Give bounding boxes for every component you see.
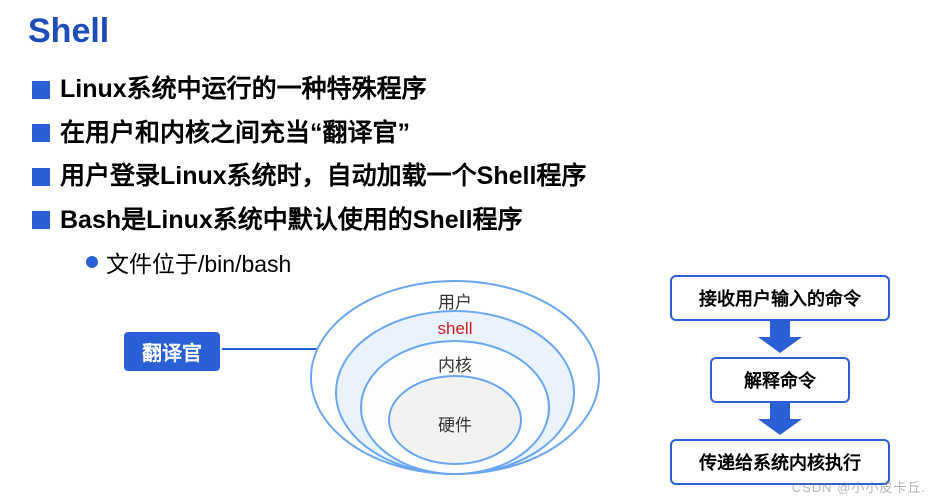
sub-bullet-text: 文件位于/bin/bash bbox=[106, 245, 291, 279]
flow-chart: 接收用户输入的命令 解释命令 传递给系统内核执行 bbox=[650, 275, 910, 485]
bullet-item: Bash是Linux系统中默认使用的Shell程序 bbox=[32, 202, 934, 240]
ring-label-hardware: 硬件 bbox=[390, 411, 520, 436]
bullet-text: 在用户和内核之间充当“翻译官” bbox=[60, 115, 410, 153]
bullet-item: Linux系统中运行的一种特殊程序 bbox=[32, 71, 934, 109]
callout-label: 翻译官 bbox=[124, 332, 220, 371]
flow-step-2: 解释命令 bbox=[710, 357, 850, 403]
bullet-item: 用户登录Linux系统时，自动加载一个Shell程序 bbox=[32, 158, 934, 196]
ring-label-kernel: 内核 bbox=[362, 351, 548, 376]
ring-hardware: 硬件 bbox=[388, 375, 522, 465]
ring-label-shell: shell bbox=[337, 319, 573, 339]
disc-bullet-icon bbox=[86, 256, 98, 268]
page-title: Shell bbox=[0, 0, 934, 51]
square-bullet-icon bbox=[32, 124, 50, 142]
flow-step-1: 接收用户输入的命令 bbox=[670, 275, 890, 321]
bullet-text: 用户登录Linux系统时，自动加载一个Shell程序 bbox=[60, 158, 586, 196]
bullet-list: Linux系统中运行的一种特殊程序 在用户和内核之间充当“翻译官” 用户登录Li… bbox=[0, 51, 934, 279]
watermark-text: CSDN @小小皮卡丘. bbox=[792, 477, 926, 496]
bullet-item: 在用户和内核之间充当“翻译官” bbox=[32, 115, 934, 153]
bullet-text: Bash是Linux系统中默认使用的Shell程序 bbox=[60, 202, 523, 240]
sub-bullet-item: 文件位于/bin/bash bbox=[86, 245, 934, 279]
diagram-area: 翻译官 用户 shell 内核 硬件 接收用户输入的命令 解释命令 传递给系统内… bbox=[0, 285, 934, 500]
concentric-diagram: 用户 shell 内核 硬件 bbox=[300, 275, 610, 485]
bullet-text: Linux系统中运行的一种特殊程序 bbox=[60, 71, 427, 109]
square-bullet-icon bbox=[32, 168, 50, 186]
square-bullet-icon bbox=[32, 81, 50, 99]
square-bullet-icon bbox=[32, 211, 50, 229]
